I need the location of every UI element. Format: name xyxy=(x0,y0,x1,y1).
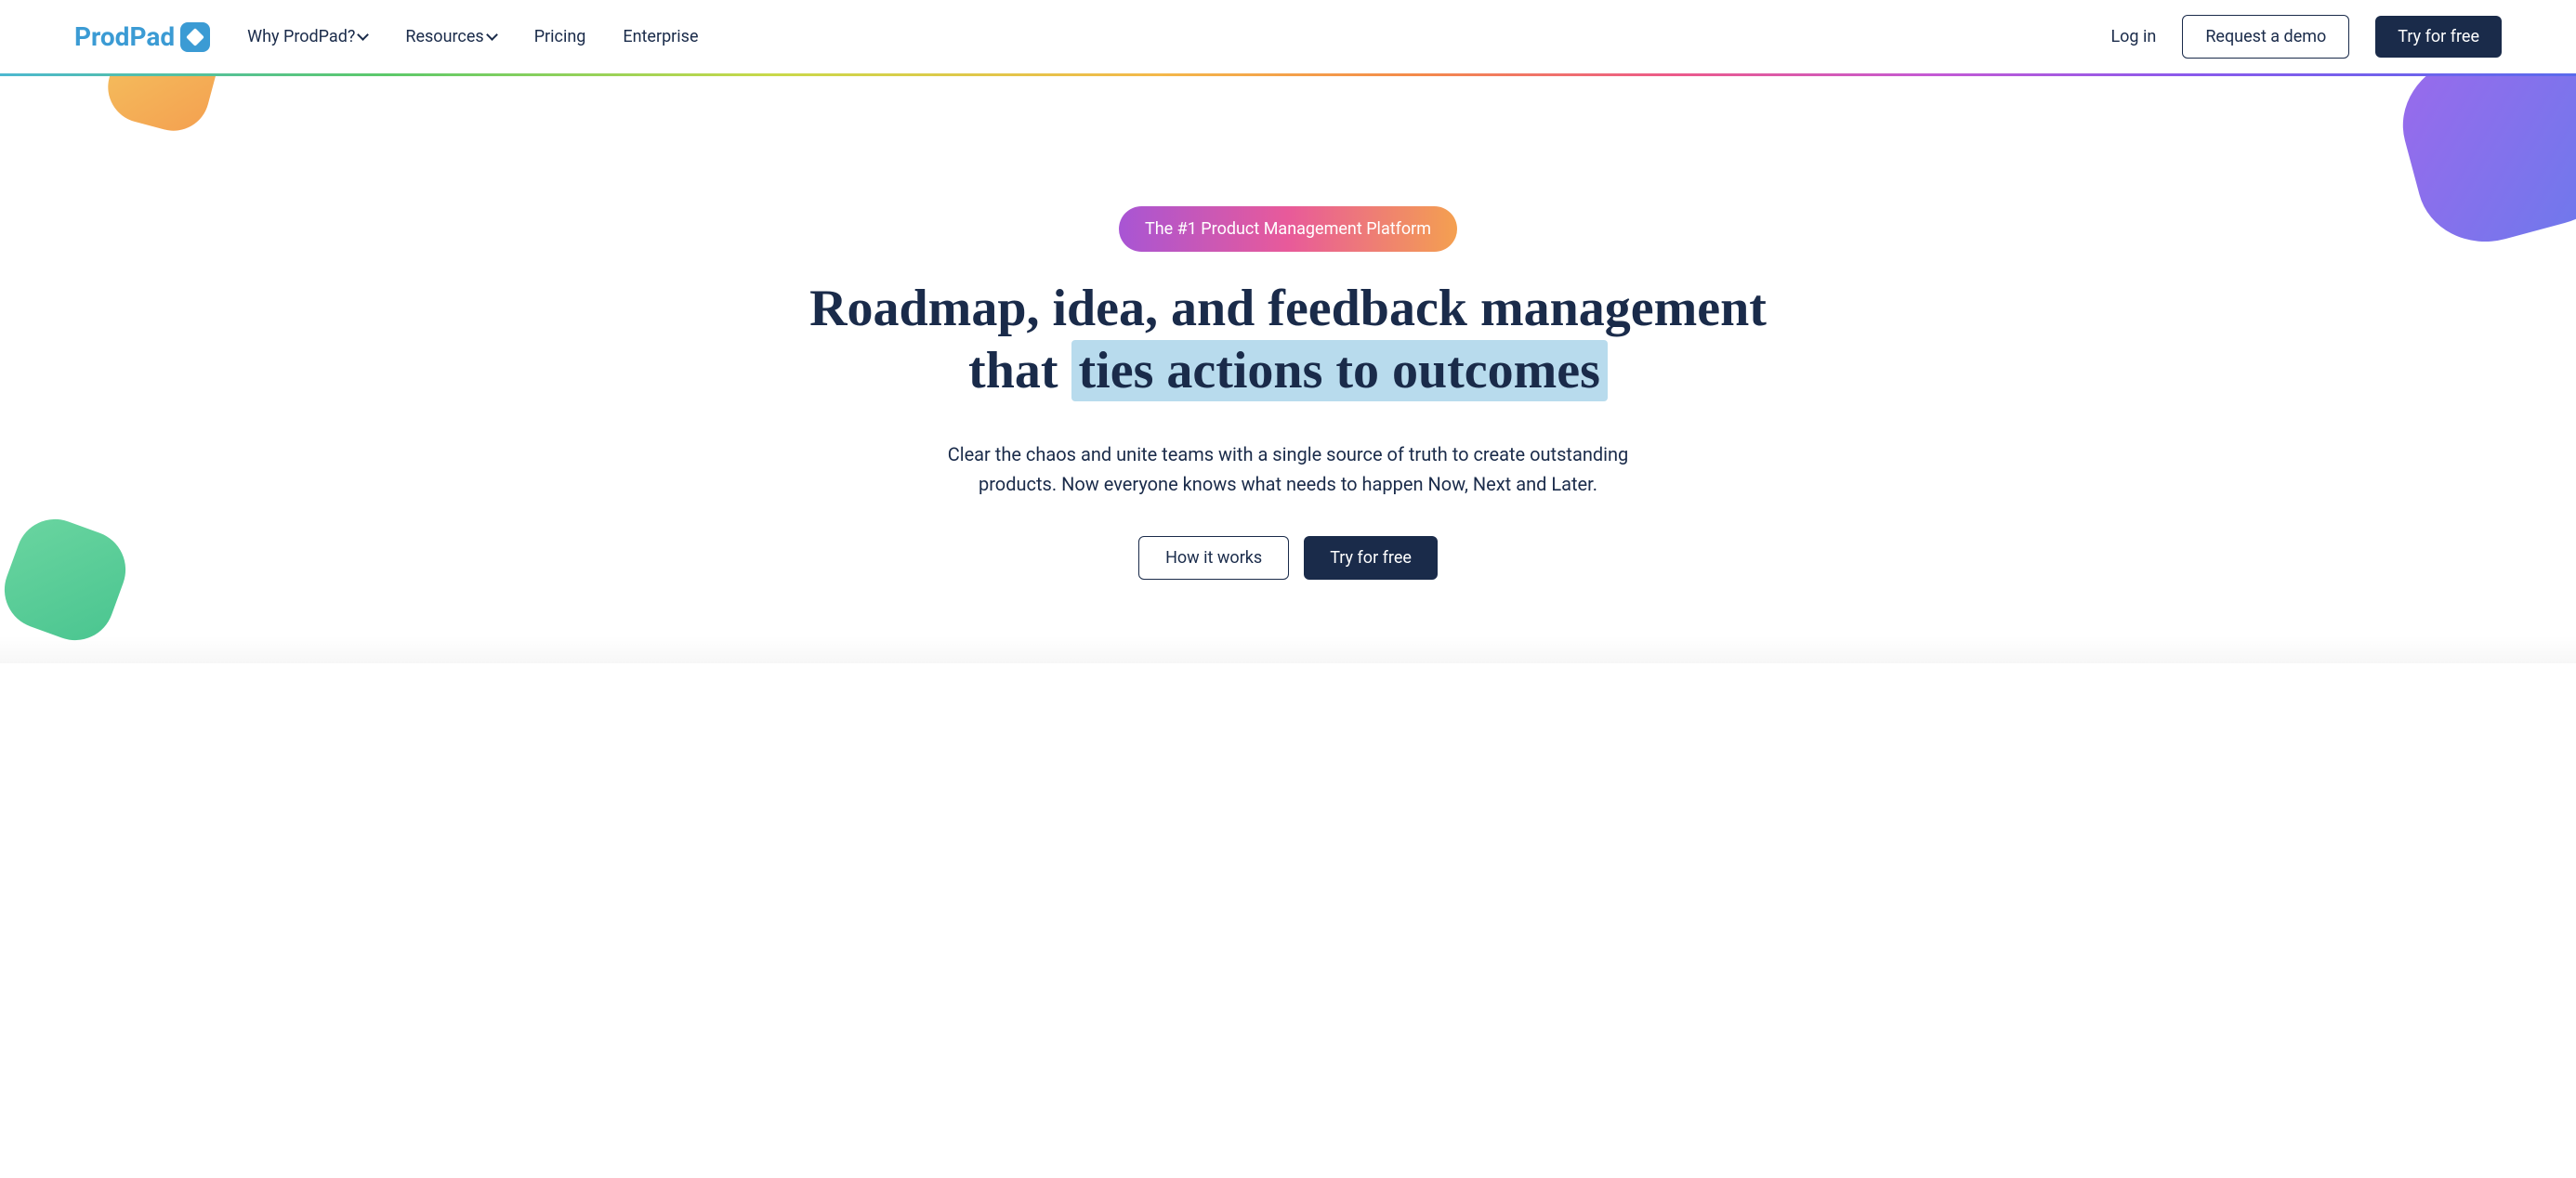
nav-why-prodpad[interactable]: Why ProdPad? xyxy=(247,27,368,46)
logo[interactable]: ProdPad xyxy=(74,21,210,52)
site-header: ProdPad Why ProdPad? Resources Pricing E… xyxy=(0,0,2576,73)
decorative-blob-purple xyxy=(2388,76,2576,257)
hero-subtitle: Clear the chaos and unite teams with a s… xyxy=(907,439,1669,499)
hero-try-free-button[interactable]: Try for free xyxy=(1304,536,1438,580)
nav-pricing[interactable]: Pricing xyxy=(534,27,586,46)
hero-title-highlight: ties actions to outcomes xyxy=(1071,340,1608,401)
logo-icon xyxy=(180,22,210,52)
header-actions: Log in Request a demo Try for free xyxy=(2110,15,2502,59)
try-free-button[interactable]: Try for free xyxy=(2375,16,2502,58)
how-it-works-button[interactable]: How it works xyxy=(1138,536,1289,580)
decorative-blob-green xyxy=(0,508,137,651)
hero-section: The #1 Product Management Platform Roadm… xyxy=(0,76,2576,654)
nav-enterprise[interactable]: Enterprise xyxy=(623,27,698,46)
logo-text: ProdPad xyxy=(74,21,175,52)
nav-resources[interactable]: Resources xyxy=(405,27,496,46)
decorative-blob-orange xyxy=(100,76,226,138)
main-nav: Why ProdPad? Resources Pricing Enterpris… xyxy=(247,27,2110,46)
chevron-down-icon xyxy=(488,33,497,42)
request-demo-button[interactable]: Request a demo xyxy=(2182,15,2349,59)
hero-badge: The #1 Product Management Platform xyxy=(1119,206,1457,252)
chevron-down-icon xyxy=(359,33,368,42)
login-link[interactable]: Log in xyxy=(2110,27,2156,46)
hero-title: Roadmap, idea, and feedback management t… xyxy=(777,278,1799,402)
hero-actions: How it works Try for free xyxy=(56,536,2520,580)
